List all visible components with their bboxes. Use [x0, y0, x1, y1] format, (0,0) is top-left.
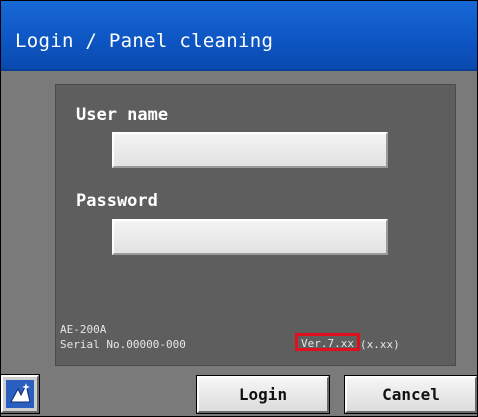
title-bar: Login / Panel cleaning: [1, 1, 477, 71]
password-label: Password: [76, 191, 158, 211]
panel-cleaning-button[interactable]: [0, 374, 40, 414]
password-input[interactable]: [112, 219, 388, 255]
login-dialog: Login / Panel cleaning User name Passwor…: [0, 0, 478, 417]
cancel-button[interactable]: Cancel: [344, 375, 478, 414]
window-title: Login / Panel cleaning: [15, 30, 274, 52]
model-name: AE-200A: [60, 323, 107, 336]
version-detail: (x.xx): [360, 338, 400, 351]
user-name-label: User name: [76, 105, 169, 125]
version-number: Ver.7.xx: [301, 337, 354, 350]
user-name-input[interactable]: [112, 132, 388, 168]
login-panel: User name Password AE-200A Serial No.000…: [55, 84, 456, 366]
serial-number: Serial No.00000-000: [60, 338, 186, 351]
version-highlight: Ver.7.xx: [295, 333, 360, 351]
login-button[interactable]: Login: [196, 375, 330, 414]
sparkle-pointer-icon: [6, 380, 34, 408]
